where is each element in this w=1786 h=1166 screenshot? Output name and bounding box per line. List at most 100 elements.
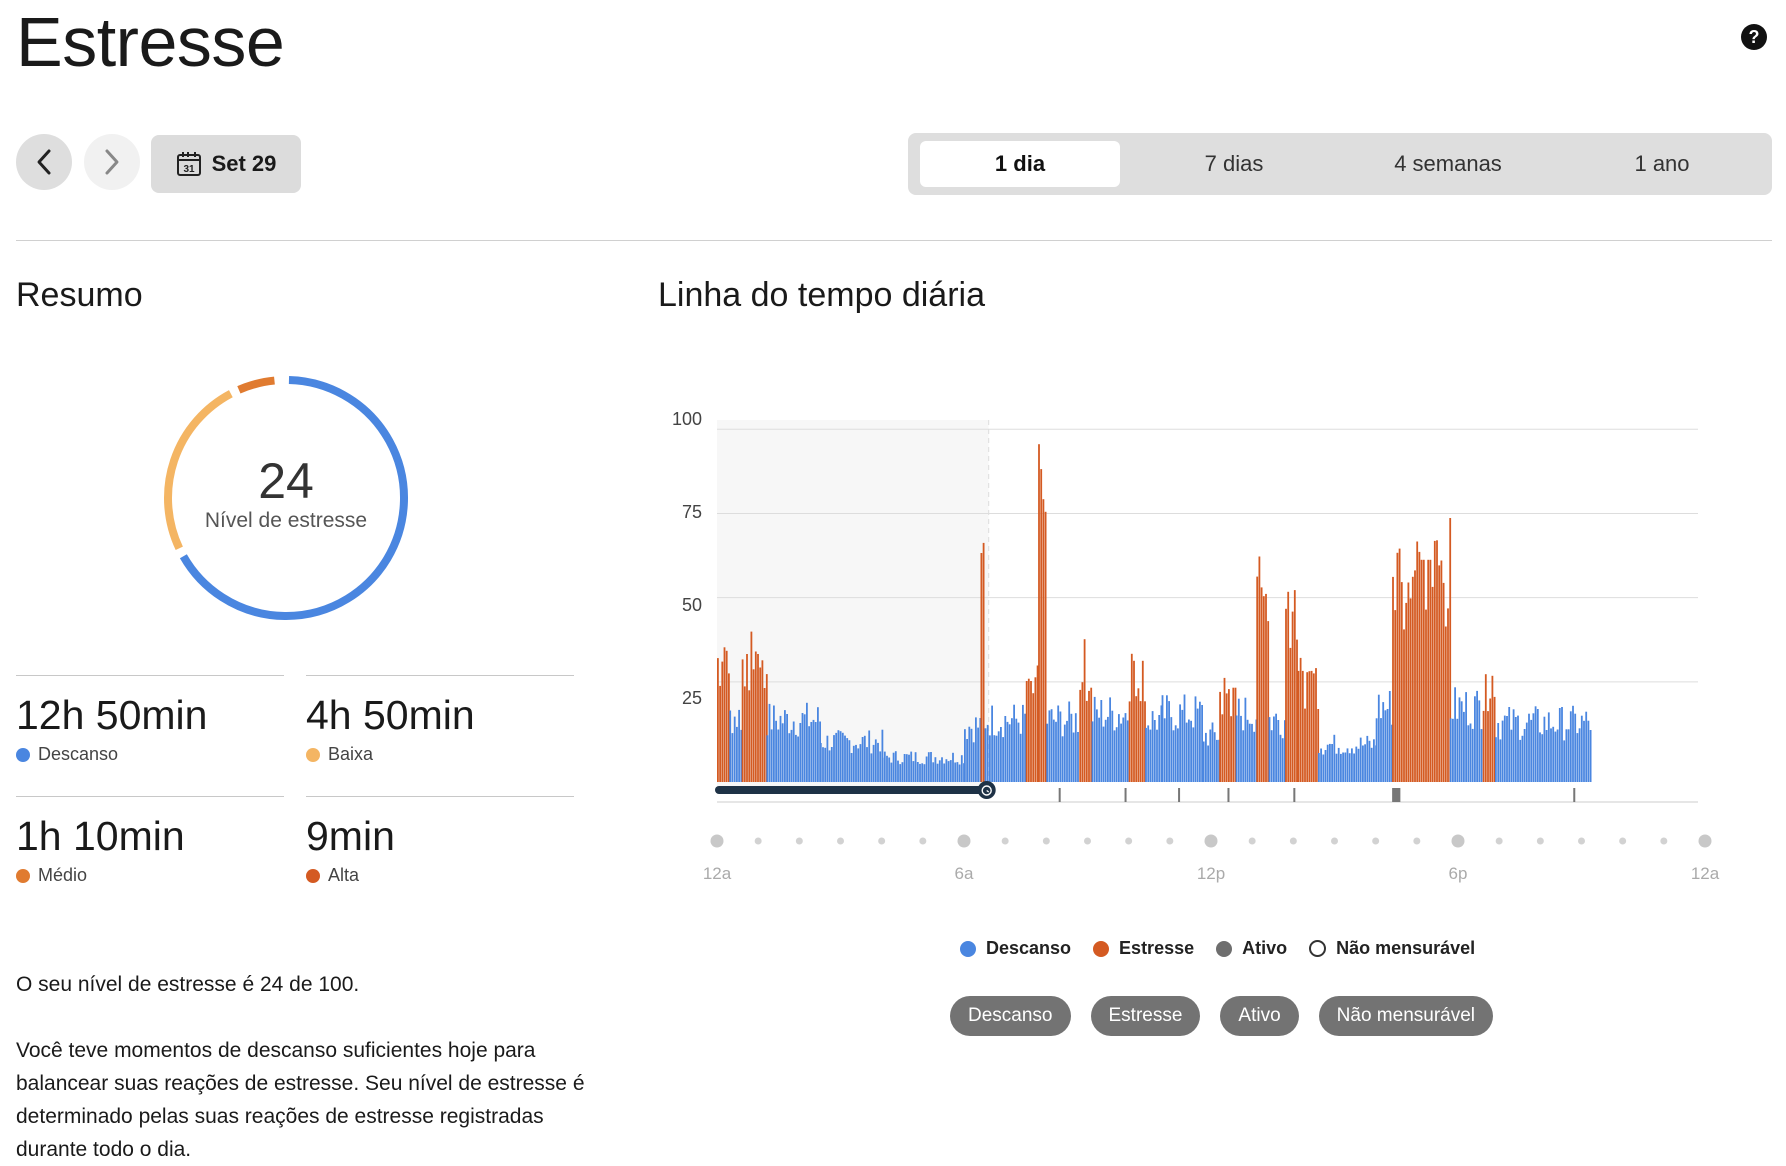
rest-bar xyxy=(1344,752,1347,782)
rest-bar xyxy=(1517,715,1519,782)
rest-bar xyxy=(991,705,993,782)
rest-bar xyxy=(877,742,879,782)
rest-bar xyxy=(883,751,886,782)
rest-bar xyxy=(1333,734,1336,782)
rest-bar xyxy=(1166,695,1168,782)
rest-bar xyxy=(1190,720,1192,782)
rest-bar xyxy=(908,754,910,782)
rest-bar xyxy=(964,729,966,782)
stat-value: 1h 10min xyxy=(16,813,185,859)
stress-bar xyxy=(1416,541,1419,782)
stress-bar xyxy=(1411,576,1414,782)
active-block xyxy=(1392,788,1401,802)
y-tick-label: 50 xyxy=(682,595,702,615)
help-icon[interactable]: ? xyxy=(1741,24,1767,50)
hour-dot xyxy=(1084,837,1091,845)
rest-bar xyxy=(872,744,875,782)
rest-bar xyxy=(1574,713,1577,782)
stress-bar xyxy=(1025,681,1028,782)
rest-bar xyxy=(1161,695,1164,782)
filter-descanso-button[interactable]: Descanso xyxy=(950,996,1071,1036)
stress-bar xyxy=(1265,593,1267,782)
rest-bar xyxy=(828,750,831,782)
rest-bar xyxy=(810,722,813,782)
rest-bar xyxy=(1382,702,1385,782)
stress-bar xyxy=(1130,653,1133,782)
rest-bar xyxy=(1115,727,1118,782)
rest-bar xyxy=(1380,718,1382,782)
rest-bar xyxy=(1194,696,1197,782)
stress-bar xyxy=(1042,499,1045,782)
rest-bar xyxy=(1124,713,1127,782)
rest-bar xyxy=(868,730,871,782)
rest-bar xyxy=(779,715,782,782)
stress-bar xyxy=(1440,560,1443,782)
rest-bar xyxy=(905,754,908,782)
legend-label: Estresse xyxy=(1119,938,1195,958)
chevron-right-icon xyxy=(105,149,119,175)
tab-4-semanas[interactable]: 4 semanas xyxy=(1348,141,1548,187)
rest-bar xyxy=(1585,711,1588,782)
tab-7-dias[interactable]: 7 dias xyxy=(1134,141,1334,187)
stress-bar xyxy=(1133,660,1135,782)
rest-bar xyxy=(923,764,926,782)
rest-bar xyxy=(966,739,968,782)
rest-bar xyxy=(888,757,891,782)
stress-bar xyxy=(1304,708,1306,782)
rest-bar xyxy=(1556,729,1559,782)
stat-label: Descanso xyxy=(38,744,119,764)
rest-bar xyxy=(916,762,919,782)
rest-bar xyxy=(841,732,844,782)
rest-bar xyxy=(1100,700,1103,782)
rest-bar xyxy=(1386,709,1389,782)
rest-bar xyxy=(788,733,791,782)
filter-estresse-button[interactable]: Estresse xyxy=(1090,996,1201,1036)
stat-value: 9min xyxy=(306,813,395,859)
filter-ativo-button[interactable]: Ativo xyxy=(1220,996,1299,1036)
stress-bar xyxy=(1422,559,1425,782)
rest-bar xyxy=(1331,744,1333,782)
rest-bar xyxy=(861,737,864,782)
date-label: Set 29 xyxy=(211,151,277,176)
rest-bar xyxy=(977,727,979,782)
rest-bar xyxy=(1168,701,1170,782)
tab-1-ano[interactable]: 1 ano xyxy=(1562,141,1762,187)
rest-bar xyxy=(986,724,989,782)
previous-day-button[interactable] xyxy=(16,134,72,190)
stress-bar xyxy=(721,661,724,782)
stress-score-label: Nível de estresse xyxy=(204,509,368,532)
x-tick-label: 12a xyxy=(703,864,732,883)
rest-bar xyxy=(1534,706,1537,782)
tab-1-dia[interactable]: 1 dia xyxy=(920,141,1120,187)
legend-label: Ativo xyxy=(1242,938,1288,958)
baixa-dot-icon xyxy=(306,747,320,762)
stress-bar xyxy=(1396,552,1399,782)
rest-bar xyxy=(1153,720,1156,782)
rest-bar xyxy=(1170,717,1173,782)
next-day-button[interactable] xyxy=(84,134,140,190)
rest-bar xyxy=(855,744,857,782)
rest-bar xyxy=(1093,696,1096,782)
date-picker-button[interactable]: 31 Set 29 xyxy=(151,135,301,193)
x-tick-label: 6a xyxy=(955,864,974,883)
rest-bar xyxy=(819,743,822,782)
hour-dot xyxy=(1578,837,1585,845)
rest-bar xyxy=(956,762,959,782)
x-tick-label: 12p xyxy=(1197,864,1225,883)
rest-bar xyxy=(775,720,777,782)
stress-bar xyxy=(761,660,764,782)
rest-bar xyxy=(1388,691,1391,782)
stress-bar xyxy=(1407,582,1410,782)
rest-bar xyxy=(1251,723,1253,782)
stress-bar xyxy=(1312,673,1315,782)
rest-bar xyxy=(1059,711,1062,782)
hour-dot xyxy=(1619,837,1627,845)
rest-bar xyxy=(1109,697,1111,782)
rest-bar xyxy=(932,762,935,782)
rest-bar xyxy=(874,739,877,782)
alarm-clock-icon[interactable] xyxy=(977,781,996,799)
stress-bar xyxy=(725,650,728,782)
rest-bar xyxy=(1046,723,1049,782)
rest-bar xyxy=(968,726,971,782)
filter-nao-mensuravel-button[interactable]: Não mensurável xyxy=(1318,996,1494,1036)
